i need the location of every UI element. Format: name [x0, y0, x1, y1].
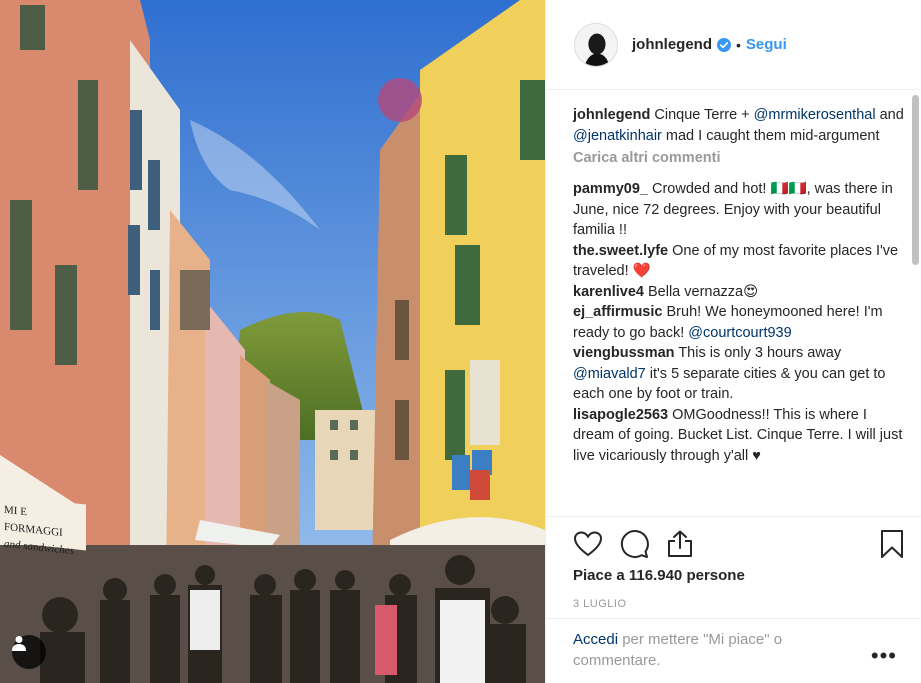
photo-scene [0, 0, 545, 683]
comment-item: ej_affirmusic Bruh! We honeymooned here!… [573, 302, 905, 343]
avatar-image [575, 23, 617, 66]
post-date[interactable]: 3 LUGLIO [573, 598, 627, 610]
comment-username[interactable]: viengbussman [573, 345, 675, 361]
comment-username[interactable]: karenlive4 [573, 284, 644, 300]
login-link[interactable]: Accedi [573, 631, 618, 648]
shop-sign: MI E FORMAGGI and sandwiches [0, 495, 86, 557]
comments-list: johnlegend Cinque Terre + @mrmikerosenth… [546, 91, 921, 515]
post-photo[interactable]: MI E FORMAGGI and sandwiches [0, 0, 545, 683]
share-icon[interactable] [665, 529, 695, 559]
action-bar [546, 516, 921, 572]
caption-text-after: mad I caught them mid-argument [661, 127, 880, 144]
bookmark-icon[interactable] [879, 529, 905, 559]
avatar[interactable] [574, 22, 618, 67]
comment-item: the.sweet.lyfe One of my most favorite p… [573, 241, 905, 282]
header-username[interactable]: johnlegend [632, 36, 712, 53]
login-prompt: Accedi per mettere "Mi piace" o commenta… [546, 618, 921, 683]
comment-username[interactable]: the.sweet.lyfe [573, 243, 668, 259]
user-tag-button[interactable] [12, 635, 46, 669]
comment-item: karenlive4 Bella vernazza😍 [573, 282, 905, 303]
header-separator: • [736, 36, 741, 53]
caption-mention-1[interactable]: @mrmikerosenthal [754, 107, 876, 123]
load-more-comments-button[interactable]: Carica altri commenti [573, 148, 905, 169]
likes-count[interactable]: Piace a 116.940 persone [573, 567, 745, 584]
user-tag-icon [12, 636, 26, 651]
comment-item: lisapogle2563 OMGoodness!! This is where… [573, 405, 905, 467]
comment-icon[interactable] [619, 529, 649, 559]
comment-mention[interactable]: @miavald7 [573, 366, 646, 382]
follow-button[interactable]: Segui [746, 36, 787, 53]
heart-icon[interactable] [573, 529, 603, 559]
comment-mention[interactable]: @courtcourt939 [688, 325, 791, 341]
verified-icon [717, 37, 731, 52]
post-header: johnlegend • Segui [546, 0, 921, 90]
comment-text: This is only 3 hours away [678, 345, 842, 361]
more-options-button[interactable]: ••• [871, 643, 897, 669]
caption: johnlegend Cinque Terre + @mrmikerosenth… [573, 105, 905, 146]
caption-username[interactable]: johnlegend [573, 107, 650, 123]
comment-username[interactable]: pammy09_ [573, 181, 648, 197]
comment-username[interactable]: lisapogle2563 [573, 407, 668, 423]
caption-text-before: Cinque Terre + [654, 107, 754, 123]
caption-mention-2[interactable]: @jenatkinhair [573, 128, 662, 144]
comment-text: Bella vernazza😍 [647, 283, 759, 300]
comments-scrollbar[interactable] [912, 95, 919, 265]
post-side-panel: johnlegend • Segui johnlegend Cinque Ter… [545, 0, 921, 683]
caption-text-mid: and [875, 107, 904, 123]
comment-username[interactable]: ej_affirmusic [573, 304, 662, 320]
comment-item: pammy09_ Crowded and hot! 🇮🇹🇮🇹, was ther… [573, 179, 905, 241]
comment-item: viengbussman This is only 3 hours away @… [573, 343, 905, 405]
login-text: Accedi per mettere "Mi piace" o commenta… [573, 629, 861, 671]
